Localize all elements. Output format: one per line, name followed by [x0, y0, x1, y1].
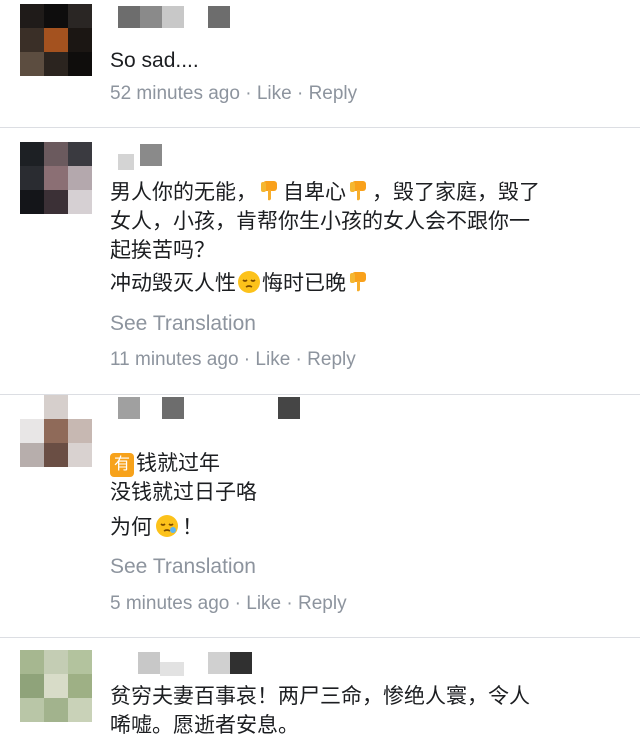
comment-line: 唏嘘。愿逝者安息。: [110, 714, 299, 737]
comment-text: 有钱就过年 没钱就过日子咯 为何 ！: [110, 449, 620, 542]
comment-text: So sad....: [110, 46, 620, 75]
see-translation-link[interactable]: See Translation: [110, 312, 256, 336]
comment-4: 贫穷夫妻百事哀！两尸三命，惨绝人寰，令人 唏嘘。愿逝者安息。: [0, 638, 640, 742]
author-name-redacted[interactable]: [110, 397, 310, 423]
comment-line: 悔时已晚: [262, 272, 346, 295]
author-name-redacted[interactable]: [110, 652, 260, 678]
like-button[interactable]: Like: [255, 349, 290, 370]
timestamp: 5 minutes ago: [110, 593, 230, 614]
comment-1: So sad.... 52 minutes ago · Like · Reply: [0, 0, 640, 127]
comment-text: 男人你的无能， 自卑心 ，毁了家庭，毁了 女人，小孩，肯帮你生小孩的女人会不跟你一 …: [110, 178, 620, 298]
comment-line: ！: [182, 516, 203, 539]
reply-button[interactable]: Reply: [309, 83, 358, 104]
comment-line: 没钱就过日子咯: [110, 481, 257, 504]
see-translation-link[interactable]: See Translation: [110, 555, 256, 579]
comment-line: 钱就过年: [136, 452, 220, 475]
timestamp: 52 minutes ago: [110, 83, 240, 104]
comment-3: 有钱就过年 没钱就过日子咯 为何 ！ See Translation 5 minu…: [0, 395, 640, 638]
thumbs-down-icon: [259, 180, 281, 202]
comment-2: 男人你的无能， 自卑心 ，毁了家庭，毁了 女人，小孩，肯帮你生小孩的女人会不跟你一 …: [0, 128, 640, 394]
comment-meta: 52 minutes ago · Like · Reply: [110, 83, 358, 104]
avatar[interactable]: [20, 4, 92, 76]
comment-line: 为何: [110, 516, 152, 539]
comment-meta: 5 minutes ago · Like · Reply: [110, 593, 347, 614]
comment-line: 自卑心: [283, 181, 346, 204]
author-name-redacted[interactable]: [110, 6, 240, 32]
author-name-redacted[interactable]: [110, 144, 170, 170]
comment-line: 贫穷夫妻百事哀！两尸三命，惨绝人寰，令人: [110, 685, 530, 708]
comment-line: ，毁了家庭，毁了: [372, 181, 540, 204]
avatar[interactable]: [20, 650, 92, 722]
timestamp: 11 minutes ago: [110, 349, 239, 370]
comment-line: 冲动毁灭人性: [110, 272, 236, 295]
comment-text: 贫穷夫妻百事哀！两尸三命，惨绝人寰，令人 唏嘘。愿逝者安息。: [110, 682, 620, 740]
like-button[interactable]: Like: [257, 83, 292, 104]
comment-line: So sad....: [110, 49, 199, 72]
like-button[interactable]: Like: [246, 593, 281, 614]
comment-meta: 11 minutes ago · Like · Reply: [110, 349, 356, 370]
you-badge-icon: 有: [110, 453, 134, 477]
avatar[interactable]: [20, 142, 92, 214]
avatar[interactable]: [20, 395, 92, 467]
comment-line: 起挨苦吗？: [110, 239, 215, 262]
pensive-face-icon: [238, 271, 260, 293]
sleepy-face-icon: [156, 515, 178, 537]
comment-line: 男人你的无能，: [110, 181, 257, 204]
thumbs-down-icon: [348, 271, 370, 293]
comment-line: 女人，小孩，肯帮你生小孩的女人会不跟你一: [110, 210, 530, 233]
reply-button[interactable]: Reply: [307, 349, 356, 370]
thumbs-down-icon: [348, 180, 370, 202]
reply-button[interactable]: Reply: [298, 593, 347, 614]
